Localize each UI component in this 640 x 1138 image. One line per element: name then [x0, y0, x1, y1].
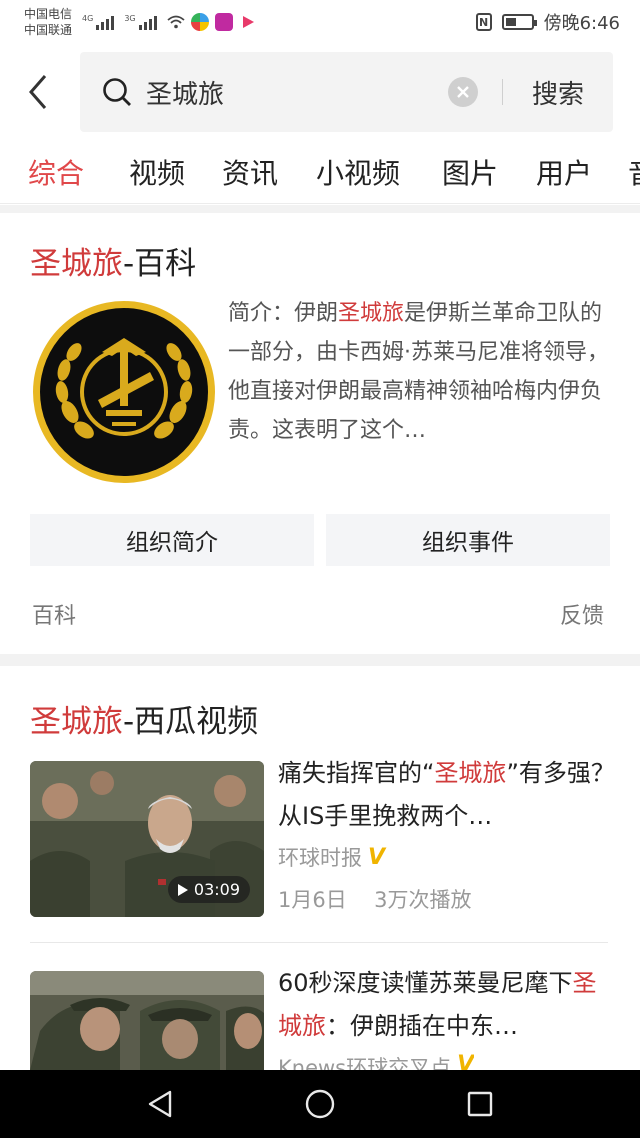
wifi-icon: [167, 15, 185, 29]
video-duration-badge: 03:09: [167, 876, 250, 903]
video-thumbnail[interactable]: 03:09: [30, 761, 264, 917]
chevron-left-icon: [29, 75, 47, 109]
clear-search-button[interactable]: [448, 77, 478, 107]
section-gap: [0, 654, 640, 666]
wiki-source-label: 百科: [32, 604, 77, 629]
search-input[interactable]: 圣城旅: [146, 74, 448, 111]
wiki-card-title[interactable]: 圣城旅-百科: [30, 238, 196, 283]
carrier-names: 中国电信 中国联通: [24, 6, 72, 38]
battery-level: [505, 18, 517, 26]
notification-app-icon-3: [242, 16, 254, 28]
tab-images[interactable]: 图片: [442, 152, 498, 192]
video-meta: 1月6日 3万次播放: [278, 884, 471, 914]
tab-short-video[interactable]: 小视频: [316, 152, 400, 192]
nav-recents-button[interactable]: [450, 1074, 510, 1134]
organization-emblem[interactable]: [32, 300, 216, 484]
play-icon: [177, 883, 188, 896]
nav-home-button[interactable]: [290, 1074, 350, 1134]
feedback-link[interactable]: 反馈: [560, 598, 604, 630]
search-icon: [103, 78, 131, 106]
notification-app-icon-2: [214, 13, 233, 31]
tab-all[interactable]: 综合: [28, 152, 84, 192]
verified-v-icon: V: [368, 844, 386, 870]
video-thumbnail[interactable]: [30, 971, 264, 1070]
status-bar: 中国电信 中国联通 4G 3G N 傍晚6:46: [0, 0, 640, 44]
video-play-count: 3万次播放: [374, 888, 472, 912]
video-source[interactable]: Knews环球交叉点 V: [278, 1052, 474, 1070]
section-gap: [0, 205, 640, 213]
square-recents-icon: [467, 1091, 493, 1117]
verified-v-icon: V: [457, 1052, 475, 1070]
signal-1-icon: 4G: [82, 14, 115, 30]
triangle-back-icon: [148, 1090, 172, 1118]
carrier-2: 中国联通: [24, 23, 73, 37]
notification-app-icon-1: [190, 13, 209, 31]
tab-video[interactable]: 视频: [129, 152, 185, 192]
carrier-1: 中国电信: [24, 7, 73, 21]
signal-2-icon: 3G: [124, 14, 157, 30]
video-item-title[interactable]: 60秒深度读懂苏莱曼尼麾下圣城旅：伊朗插在中东…: [278, 962, 618, 1048]
battery-icon: [501, 14, 537, 30]
org-events-button[interactable]: 组织事件: [326, 514, 610, 566]
category-tabs: 综合 视频 资讯 小视频 图片 用户 音: [0, 140, 640, 204]
close-icon: [457, 86, 469, 98]
nfc-icon: N: [475, 13, 492, 31]
back-button[interactable]: [8, 44, 68, 140]
clock: 傍晚6:46: [543, 13, 620, 34]
video-card-title[interactable]: 圣城旅-西瓜视频: [30, 696, 258, 741]
system-nav-bar: [0, 1070, 640, 1138]
search-header: 圣城旅 搜索: [0, 44, 640, 140]
tab-news[interactable]: 资讯: [222, 152, 278, 192]
nav-back-button[interactable]: [130, 1074, 190, 1134]
search-box[interactable]: 圣城旅 搜索: [80, 52, 613, 132]
video-source[interactable]: 环球时报 V: [278, 842, 385, 872]
circle-home-icon: [305, 1089, 335, 1119]
tab-users[interactable]: 用户: [536, 152, 592, 192]
video-item-title[interactable]: 痛失指挥官的“圣城旅”有多强？从IS手里挽救两个…: [278, 752, 618, 838]
org-intro-button[interactable]: 组织简介: [30, 514, 314, 566]
search-button[interactable]: 搜索: [503, 74, 613, 111]
video-thumbnail-image: [30, 971, 264, 1070]
wiki-description[interactable]: 简介：伊朗圣城旅是伊斯兰革命卫队的一部分，由卡西姆·苏莱马尼准将领导，他直接对伊…: [228, 294, 616, 450]
video-date: 1月6日: [278, 888, 347, 912]
tab-music[interactable]: 音: [628, 152, 640, 192]
list-divider: [30, 942, 608, 943]
